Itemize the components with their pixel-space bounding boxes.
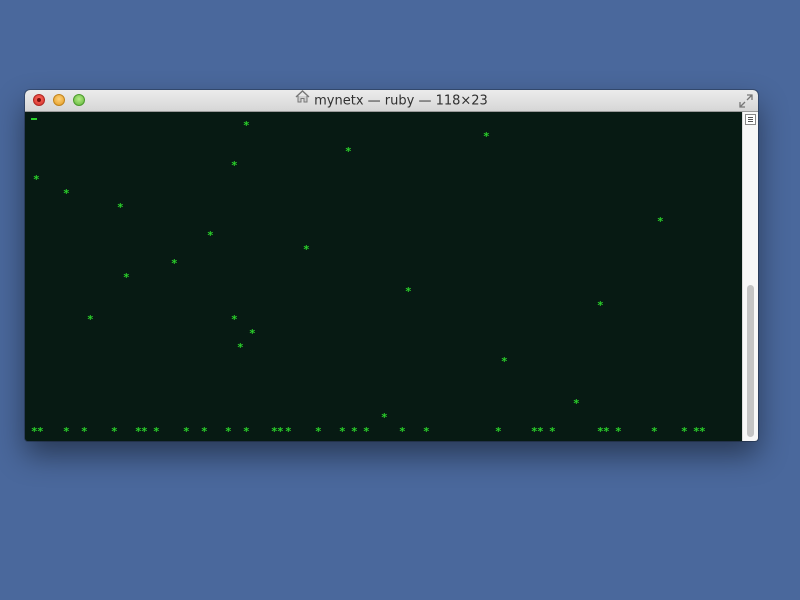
snowflake-char: *	[303, 243, 310, 256]
snowflake-char: *	[141, 425, 148, 438]
snowflake-char: *	[243, 425, 250, 438]
snowflake-char: *	[381, 411, 388, 424]
snowflake-char: *	[243, 119, 250, 132]
snowflake-char: *	[87, 313, 94, 326]
snowflake-char: *	[651, 425, 658, 438]
home-icon	[295, 90, 310, 111]
snowflake-char: *	[37, 425, 44, 438]
snowflake-char: *	[405, 285, 412, 298]
snowflake-char: *	[81, 425, 88, 438]
snowflake-char: *	[63, 187, 70, 200]
snowflake-char: *	[573, 397, 580, 410]
snowflake-char: *	[615, 425, 622, 438]
snowflake-char: *	[603, 425, 610, 438]
terminal-window: mynetx — ruby — 118×23 * * * * * * * * * * * * * * * * *…	[25, 90, 758, 441]
snowflake-char: *	[231, 159, 238, 172]
snowflake-char: *	[225, 425, 232, 438]
terminal-output[interactable]: * * * * * * * * * * * * * * * * * * * * * * * * * * * * * * * * * * * * * * * *…	[25, 112, 742, 441]
snowflake-char: *	[249, 327, 256, 340]
snowflake-char: *	[63, 425, 70, 438]
snowflake-char: *	[501, 355, 508, 368]
snowflake-char: *	[183, 425, 190, 438]
scrollbar-thumb[interactable]	[747, 285, 754, 437]
snowflake-char: *	[231, 313, 238, 326]
snowflake-char: *	[207, 229, 214, 242]
snowflake-char: *	[495, 425, 502, 438]
snowflake-char: *	[123, 271, 130, 284]
snowflake-char: *	[153, 425, 160, 438]
snowflake-char: *	[351, 425, 358, 438]
snowflake-char: *	[549, 425, 556, 438]
snowflake-char: *	[201, 425, 208, 438]
snowflake-char: *	[423, 425, 430, 438]
snowflake-char: *	[339, 425, 346, 438]
snowflake-char: *	[537, 425, 544, 438]
snowflake-char: *	[699, 425, 706, 438]
snowflake-char: *	[111, 425, 118, 438]
snowflake-char: *	[597, 299, 604, 312]
snowflake-char: *	[277, 425, 284, 438]
snowflake-char: *	[345, 145, 352, 158]
text-cursor	[31, 118, 37, 120]
snowflake-char: *	[681, 425, 688, 438]
window-title: mynetx — ruby — 118×23	[314, 93, 488, 109]
snowflake-char: *	[657, 215, 664, 228]
snowflake-char: *	[171, 257, 178, 270]
snowflake-char: *	[399, 425, 406, 438]
snowflake-char: *	[237, 341, 244, 354]
fullscreen-icon[interactable]	[739, 94, 753, 108]
title-bar[interactable]: mynetx — ruby — 118×23	[25, 90, 758, 112]
snowflake-char: *	[315, 425, 322, 438]
vertical-scrollbar[interactable]	[742, 112, 758, 441]
snowflake-char: *	[285, 425, 292, 438]
window-title-container: mynetx — ruby — 118×23	[25, 90, 758, 112]
split-pane-icon[interactable]	[745, 114, 756, 125]
snowflake-char: *	[363, 425, 370, 438]
snowflake-char: *	[117, 201, 124, 214]
snowflake-char: *	[33, 173, 40, 186]
snowflake-char: *	[483, 130, 490, 143]
